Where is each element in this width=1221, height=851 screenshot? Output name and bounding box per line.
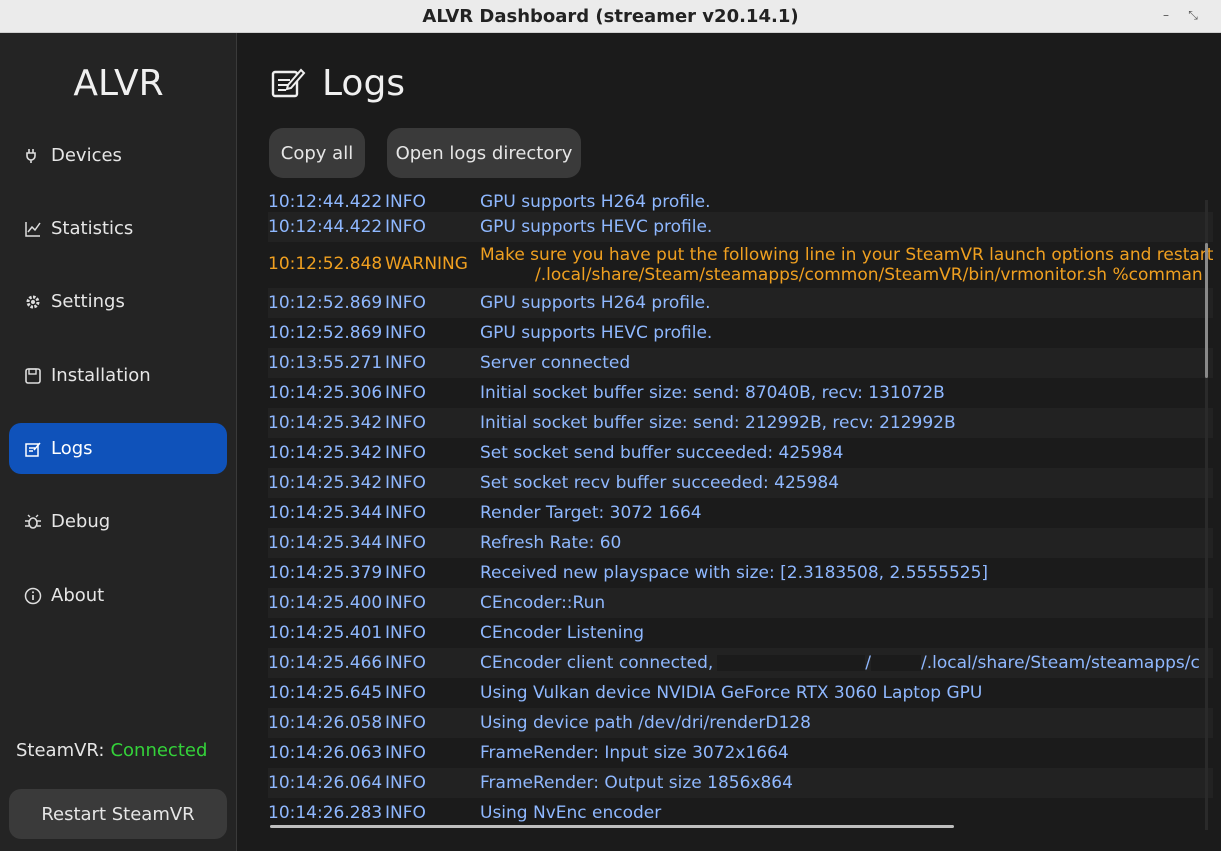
log-row: 10:14:25.401 INFO CEncoder Listening [268, 623, 645, 643]
steamvr-status: SteamVR: Connected [16, 740, 207, 761]
sidebar-item-label: Installation [51, 365, 151, 386]
copy-all-button[interactable]: Copy all [269, 128, 365, 178]
horizontal-scrollbar[interactable] [270, 825, 954, 828]
log-row: 10:14:25.342 INFO Set socket recv buffer s… [268, 468, 1213, 498]
disk-icon [23, 366, 43, 386]
log-row: 10:14:25.645 INFO Using Vulkan device NVID… [268, 683, 983, 703]
sidebar-item-label: Devices [51, 145, 122, 166]
log-row: 10:14:25.342 INFO Set socket send buffer s… [268, 443, 844, 463]
log-row: 10:14:25.466 INFO CEncoder client connecte… [268, 648, 1213, 678]
sidebar-item-label: Statistics [51, 218, 134, 239]
gear-icon [23, 292, 43, 312]
plug-icon [23, 146, 43, 166]
log-row: 10:14:25.344 INFO Render Target: 3072 1664 [268, 503, 702, 523]
sidebar-item-about[interactable]: About [9, 570, 227, 621]
sidebar-item-label: Settings [51, 291, 125, 312]
sidebar-item-devices[interactable]: Devices [9, 130, 227, 181]
log-row: 10:14:25.342 INFO Initial socket buffer si… [268, 408, 1213, 438]
sidebar-item-statistics[interactable]: Statistics [9, 203, 227, 254]
info-icon [23, 586, 43, 606]
log-row: 10:12:52.869 INFO GPU supports HEVC profil… [268, 323, 713, 343]
window-title: ALVR Dashboard (streamer v20.14.1) [422, 6, 799, 27]
log-row: 10:14:26.064 INFO FrameRender: Output size… [268, 768, 1213, 798]
bug-icon [23, 512, 43, 532]
restart-steamvr-button[interactable]: Restart SteamVR [9, 789, 227, 839]
sidebar-item-label: Debug [51, 511, 111, 532]
sidebar-item-settings[interactable]: Settings [9, 276, 227, 327]
log-row: 10:14:26.063 INFO FrameRender: Input size … [268, 743, 789, 763]
page-header: Logs [270, 63, 405, 104]
page-title: Logs [322, 63, 406, 104]
log-row: 10:12:44.422 INFO GPU supports H264 profil… [268, 192, 711, 212]
log-row: 10:12:44.422 INFO GPU supports HEVC profil… [268, 212, 1213, 242]
log-row: 10:12:52.869 INFO GPU supports H264 profil… [268, 288, 1213, 318]
steamvr-label: SteamVR: [16, 740, 105, 761]
steamvr-state: Connected [110, 740, 208, 761]
sidebar-item-label: About [51, 585, 105, 606]
sidebar-item-debug[interactable]: Debug [9, 496, 227, 547]
app-brand: ALVR [73, 63, 164, 104]
log-row: 10:13:55.271 INFO Server connected [268, 348, 1213, 378]
maximize-icon[interactable]: ⤡ [1183, 5, 1203, 25]
sidebar: ALVR Devices Statistics Settings Install… [0, 33, 237, 851]
sidebar-item-logs[interactable]: Logs [9, 423, 227, 474]
log-row: 10:14:25.306 INFO Initial socket buffer si… [268, 383, 945, 403]
main-panel: Logs Copy all Open logs directory 10:12:… [238, 33, 1221, 851]
chart-icon [23, 219, 43, 239]
notepad-icon [23, 439, 43, 459]
log-row-warning: 10:12:52.848 WARNING Make sure you have p… [268, 245, 1213, 285]
log-row: 10:14:26.283 INFO Using NvEnc encoder [268, 803, 662, 823]
log-row: 10:14:25.344 INFO Refresh Rate: 60 [268, 528, 1213, 558]
log-row: 10:14:25.400 INFO CEncoder::Run [268, 588, 1213, 618]
sidebar-item-label: Logs [51, 438, 93, 459]
notepad-icon [270, 65, 306, 103]
vertical-scrollbar-thumb[interactable] [1205, 243, 1208, 378]
log-row: 10:14:26.058 INFO Using device path /dev/d… [268, 708, 1213, 738]
minimize-icon[interactable]: – [1156, 5, 1176, 25]
open-logs-directory-button[interactable]: Open logs directory [387, 128, 581, 178]
log-list[interactable]: 10:12:44.422 INFO GPU supports H264 profil… [268, 188, 1213, 828]
log-row: 10:14:25.379 INFO Received new playspace w… [268, 563, 989, 583]
sidebar-item-installation[interactable]: Installation [9, 350, 227, 401]
window-titlebar: ALVR Dashboard (streamer v20.14.1) – ⤡ [0, 0, 1221, 33]
